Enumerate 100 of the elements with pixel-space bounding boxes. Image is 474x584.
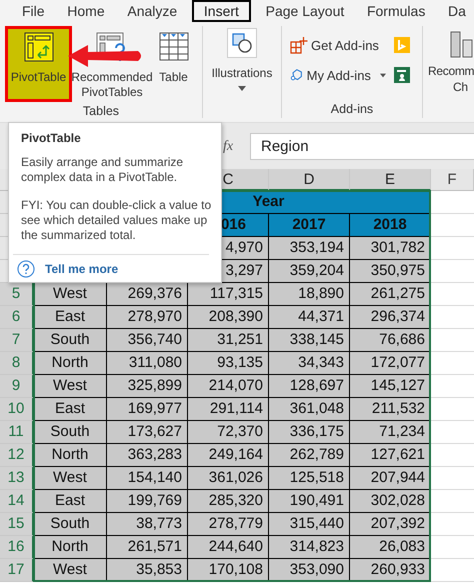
table-cell: South (34, 421, 107, 444)
table-header-cell: 2017 (269, 214, 350, 237)
row-header[interactable]: 15 (0, 513, 34, 536)
get-add-ins-button[interactable]: Get Add-ins (290, 36, 386, 54)
table-cell: East (34, 490, 107, 513)
table-cell: 31,251 (188, 329, 269, 352)
table-cell: South (34, 329, 107, 352)
formula-field[interactable]: Region (250, 133, 474, 160)
table-cell: 361,026 (188, 467, 269, 490)
table-cell: 261,275 (350, 283, 431, 306)
table-cell: 262,789 (269, 444, 350, 467)
menu-tab[interactable]: Page Layout (258, 0, 352, 22)
table-cell: 311,080 (107, 352, 188, 375)
row-header[interactable]: 12 (0, 444, 34, 467)
table-cell: 336,175 (269, 421, 350, 444)
table-cell: 214,070 (188, 375, 269, 398)
table-cell: 170,108 (188, 559, 269, 582)
table-cell: 127,621 (350, 444, 431, 467)
table-cell: North (34, 444, 107, 467)
column-header[interactable]: E (350, 169, 431, 191)
table-cell: 361,048 (269, 398, 350, 421)
row-header[interactable]: 17 (0, 559, 34, 582)
row-header[interactable]: 7 (0, 329, 34, 352)
table-button[interactable]: Table (152, 26, 195, 104)
group-label: Add-ins (330, 102, 374, 118)
tell-me-more-link[interactable]: Tell me more (17, 260, 118, 278)
store-grid-icon (290, 36, 308, 54)
row-header[interactable]: 11 (0, 421, 34, 444)
table-cell: 207,392 (350, 513, 431, 536)
table-cell: 18,890 (269, 283, 350, 306)
table-cell: East (34, 306, 107, 329)
recommended-charts-button[interactable]: Recomm Ch (423, 26, 474, 106)
row-header[interactable]: 9 (0, 375, 34, 398)
table-cell: 117,315 (188, 283, 269, 306)
table-cell: 128,697 (269, 375, 350, 398)
table-cell: 278,779 (188, 513, 269, 536)
table-cell: South (34, 513, 107, 536)
app-tile-icon[interactable] (394, 37, 410, 53)
menu-tab[interactable]: Insert (192, 0, 251, 22)
shapes-icon (227, 28, 257, 58)
table-cell: 208,390 (188, 306, 269, 329)
table-cell: 93,135 (188, 352, 269, 375)
table-cell: 38,773 (107, 513, 188, 536)
table-cell: 76,686 (350, 329, 431, 352)
function-label: fx (223, 138, 234, 154)
table-cell: 302,028 (350, 490, 431, 513)
table-cell: 244,640 (188, 536, 269, 559)
column-header[interactable]: D (269, 169, 350, 191)
menu-tab[interactable]: Da (440, 0, 474, 22)
help-icon (17, 260, 35, 278)
table-cell: 285,320 (188, 490, 269, 513)
table-cell: 278,970 (107, 306, 188, 329)
people-graph-icon[interactable] (394, 67, 410, 83)
table-cell: North (34, 536, 107, 559)
table-cell: 249,164 (188, 444, 269, 467)
table-cell: 315,440 (269, 513, 350, 536)
table-cell: West (34, 559, 107, 582)
table-cell: 154,140 (107, 467, 188, 490)
row-header[interactable]: 14 (0, 490, 34, 513)
table-cell: 269,376 (107, 283, 188, 306)
table-cell: 207,944 (350, 467, 431, 490)
pivot-table-icon (24, 32, 54, 62)
row-header[interactable]: 13 (0, 467, 34, 490)
table-header-cell: 2018 (350, 214, 431, 237)
row-header[interactable]: 8 (0, 352, 34, 375)
row-header[interactable]: 10 (0, 398, 34, 421)
table-cell: 301,782 (350, 237, 431, 260)
table-cell: 35,853 (107, 559, 188, 582)
tooltip-text: Easily arrange and summarize complex data in a PivotTable. (21, 155, 184, 185)
table-cell: 338,145 (269, 329, 350, 352)
illustrations-button[interactable]: Illustrations (203, 26, 281, 118)
row-header[interactable]: 6 (0, 306, 34, 329)
table-cell: 211,532 (350, 398, 431, 421)
table-cell: 314,823 (269, 536, 350, 559)
menu-tab[interactable]: Home (59, 0, 113, 22)
table-cell: 71,234 (350, 421, 431, 444)
menu-tab[interactable]: File (14, 0, 53, 22)
column-header[interactable]: F (431, 169, 474, 191)
table-cell: West (34, 467, 107, 490)
table-cell: 26,083 (350, 536, 431, 559)
table-cell: East (34, 398, 107, 421)
menu-tab[interactable]: Formulas (358, 0, 434, 22)
table-cell: 353,194 (269, 237, 350, 260)
table-cell: 325,899 (107, 375, 188, 398)
table-cell: 353,090 (269, 559, 350, 582)
menu-tab[interactable]: Analyze (119, 0, 186, 22)
table-cell: 261,571 (107, 536, 188, 559)
row-header[interactable]: 5 (0, 283, 34, 306)
table-cell: 190,491 (269, 490, 350, 513)
row-header[interactable]: 16 (0, 536, 34, 559)
table-cell: 125,518 (269, 467, 350, 490)
table-cell: 350,975 (350, 260, 431, 283)
my-add-ins-button[interactable]: My Add-ins (290, 66, 386, 84)
table-cell: 173,627 (107, 421, 188, 444)
table-cell: 172,077 (350, 352, 431, 375)
table-cell: 296,374 (350, 306, 431, 329)
caret-icon (238, 86, 246, 91)
table-cell: 291,114 (188, 398, 269, 421)
pivot-table-button[interactable]: PivotTable (5, 26, 72, 102)
table-cell: West (34, 375, 107, 398)
